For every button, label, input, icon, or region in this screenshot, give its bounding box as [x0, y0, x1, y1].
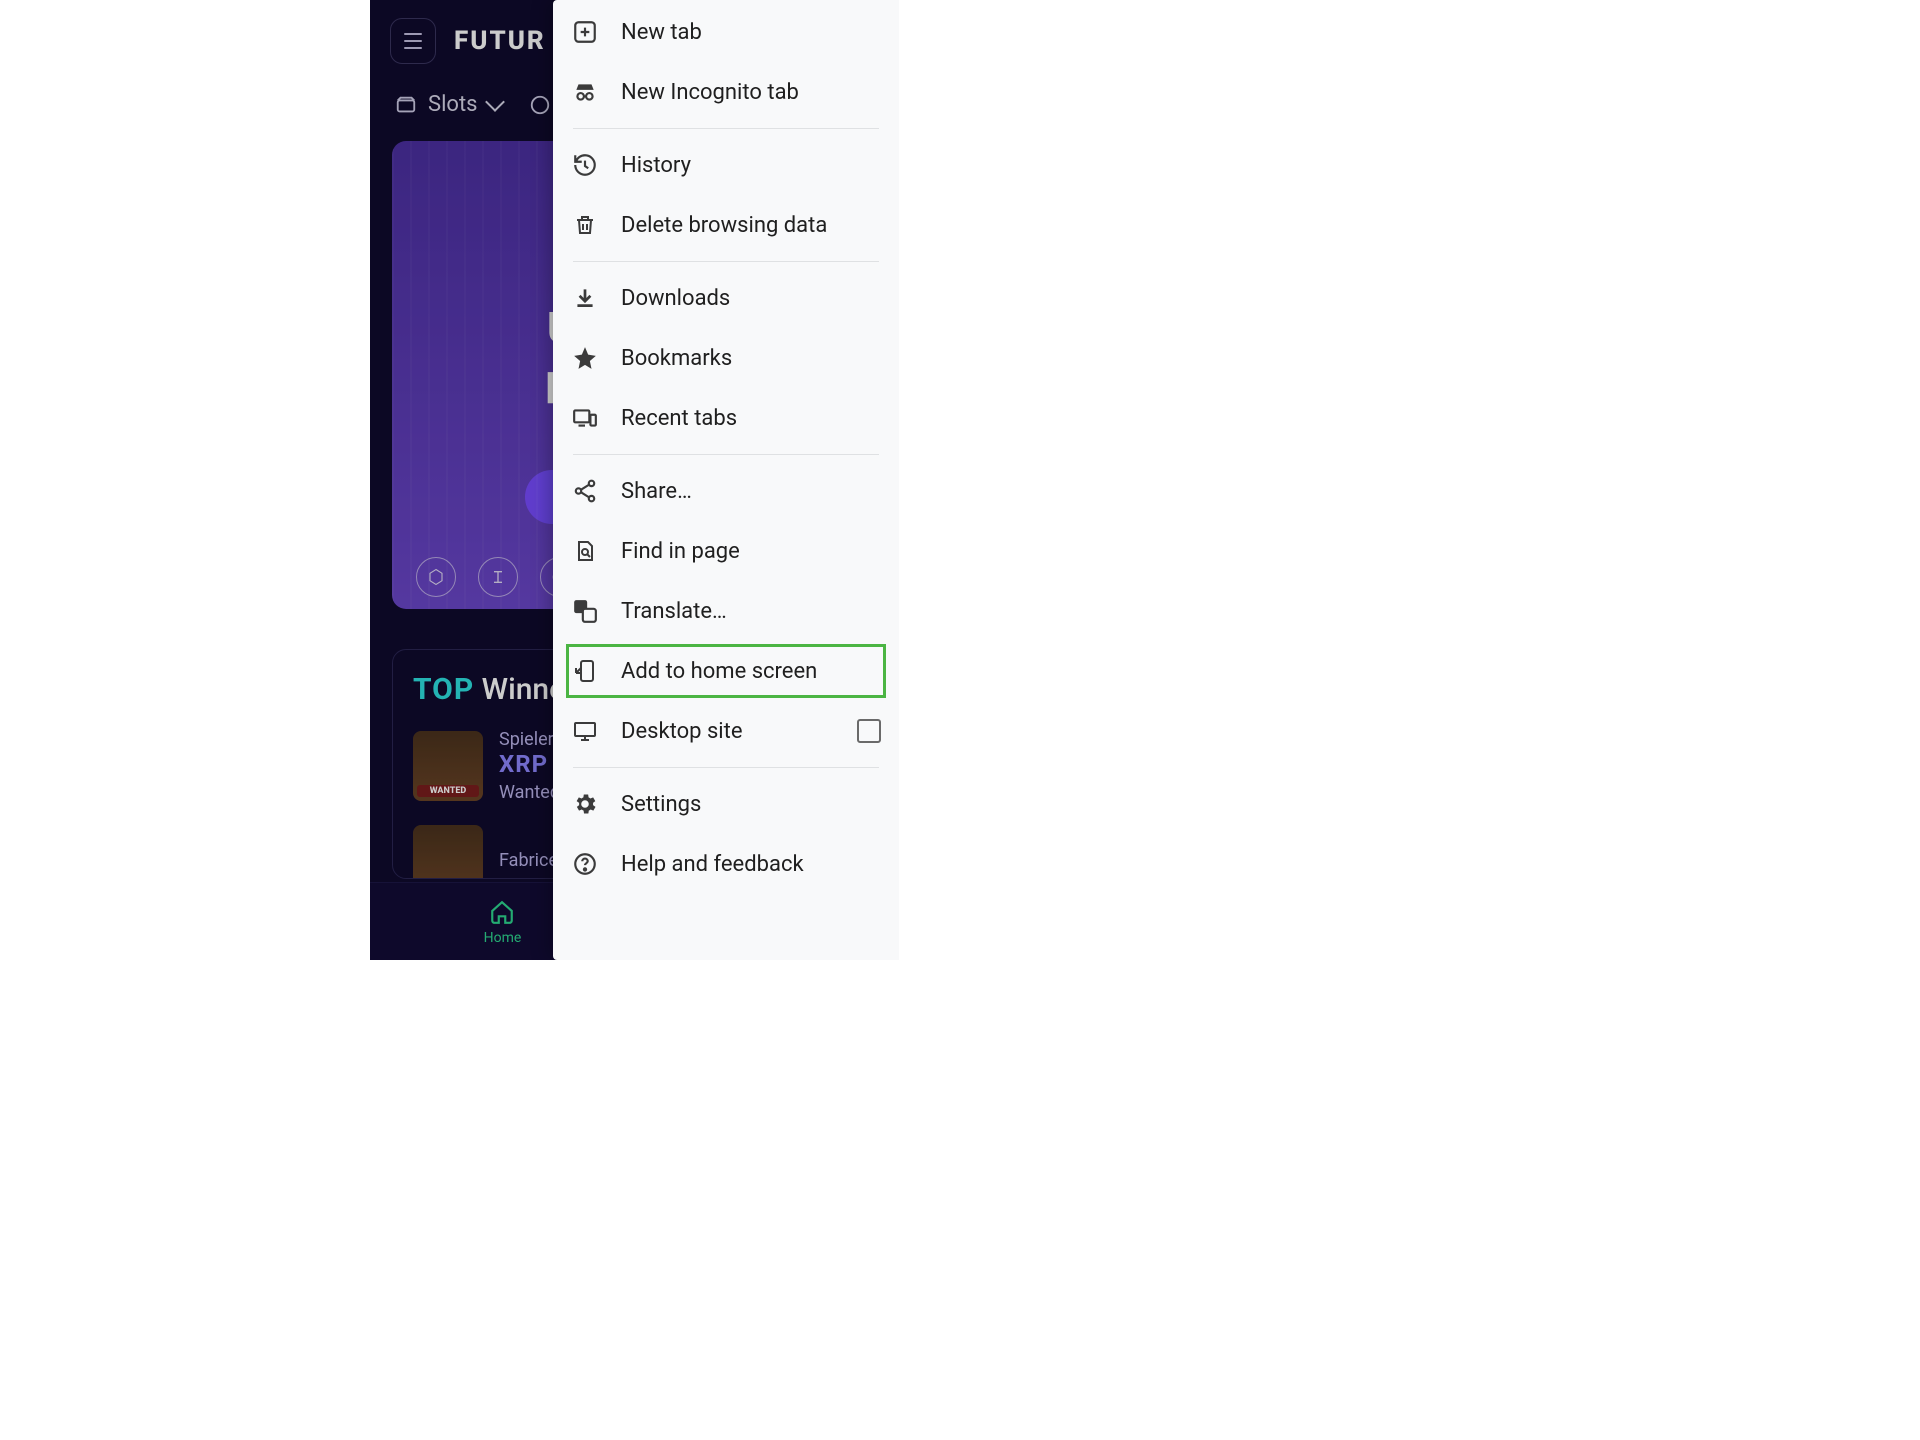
menu-label: New tab	[621, 20, 702, 45]
menu-label: Downloads	[621, 286, 730, 311]
menu-label: History	[621, 153, 691, 178]
menu-separator	[573, 454, 879, 455]
translate-icon	[571, 597, 599, 625]
menu-separator	[573, 128, 879, 129]
menu-label: Delete browsing data	[621, 213, 827, 238]
menu-downloads[interactable]: Downloads	[553, 268, 899, 328]
devices-icon	[571, 404, 599, 432]
desktop-site-checkbox[interactable]	[857, 719, 881, 743]
history-icon	[571, 151, 599, 179]
desktop-icon	[571, 717, 599, 745]
menu-label: Find in page	[621, 539, 740, 564]
menu-translate[interactable]: Translate…	[553, 581, 899, 641]
menu-label: Help and feedback	[621, 852, 804, 877]
gear-icon	[571, 790, 599, 818]
menu-new-tab[interactable]: New tab	[553, 2, 899, 62]
menu-label: Share…	[621, 479, 692, 504]
help-icon	[571, 850, 599, 878]
menu-bookmarks[interactable]: Bookmarks	[553, 328, 899, 388]
menu-label: Settings	[621, 792, 701, 817]
add-to-home-icon	[571, 657, 599, 685]
menu-label: Translate…	[621, 599, 727, 624]
menu-label: Desktop site	[621, 719, 743, 744]
menu-label: Bookmarks	[621, 346, 732, 371]
menu-separator	[573, 261, 879, 262]
menu-help[interactable]: Help and feedback	[553, 834, 899, 894]
trash-icon	[571, 211, 599, 239]
menu-delete-data[interactable]: Delete browsing data	[553, 195, 899, 255]
share-icon	[571, 477, 599, 505]
menu-settings[interactable]: Settings	[553, 774, 899, 834]
menu-separator	[573, 767, 879, 768]
menu-incognito[interactable]: New Incognito tab	[553, 62, 899, 122]
menu-label: New Incognito tab	[621, 80, 799, 105]
menu-desktop-site[interactable]: Desktop site	[553, 701, 899, 761]
menu-label: Recent tabs	[621, 406, 737, 431]
download-icon	[571, 284, 599, 312]
find-in-page-icon	[571, 537, 599, 565]
menu-share[interactable]: Share…	[553, 461, 899, 521]
menu-add-to-home-screen[interactable]: Add to home screen	[563, 641, 889, 701]
menu-recent-tabs[interactable]: Recent tabs	[553, 388, 899, 448]
menu-history[interactable]: History	[553, 135, 899, 195]
incognito-icon	[571, 78, 599, 106]
menu-label: Add to home screen	[621, 659, 817, 684]
star-icon	[571, 344, 599, 372]
menu-find-in-page[interactable]: Find in page	[553, 521, 899, 581]
plus-square-icon	[571, 18, 599, 46]
browser-overflow-menu: New tab New Incognito tab History Delete…	[553, 0, 899, 960]
mobile-viewport: FUTUR Slots ORTSBO UP TO 3 RISK-FR LET'S	[370, 0, 899, 960]
